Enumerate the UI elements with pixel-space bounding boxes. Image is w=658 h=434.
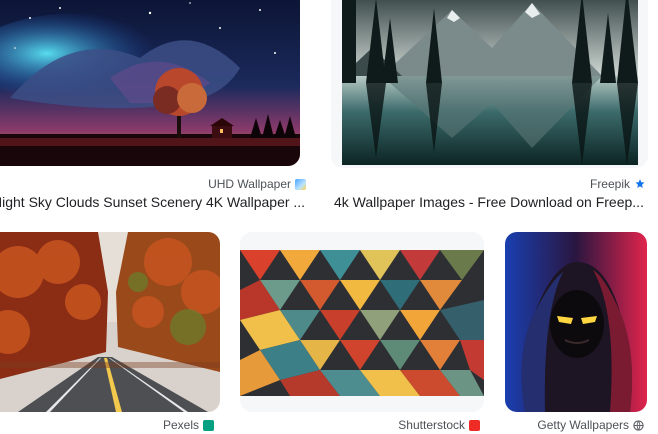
- source-label: Freepik: [589, 177, 630, 191]
- source-freepik[interactable]: Freepik: [590, 177, 646, 191]
- night-sky-thumbnail: [0, 0, 300, 166]
- result-title-night-sky[interactable]: Night Sky Clouds Sunset Scenery 4K Wallp…: [0, 194, 308, 210]
- mountain-lake-thumbnail: [342, 0, 638, 165]
- result-image-night-sky[interactable]: [0, 0, 300, 166]
- result-image-geometric[interactable]: [240, 250, 484, 396]
- result-image-autumn-road[interactable]: [0, 232, 220, 412]
- result-image-hooded-figure[interactable]: [505, 232, 647, 412]
- uhd-wallpaper-favicon-icon: [295, 178, 306, 190]
- source-label: UHD Wallpaper: [208, 177, 291, 191]
- shutterstock-favicon-icon: [469, 419, 480, 431]
- globe-icon: [633, 419, 644, 431]
- geometric-pattern-thumbnail: [240, 250, 484, 396]
- source-uhd-wallpaper[interactable]: UHD Wallpaper: [208, 177, 306, 191]
- pexels-favicon-icon: [203, 419, 214, 431]
- result-image-mountain-lake[interactable]: [342, 0, 638, 165]
- result-title-mountain-lake[interactable]: 4k Wallpaper Images - Free Download on F…: [334, 194, 648, 210]
- hooded-figure-thumbnail: [505, 232, 647, 412]
- autumn-road-thumbnail: [0, 232, 220, 412]
- freepik-favicon-icon: [634, 178, 646, 190]
